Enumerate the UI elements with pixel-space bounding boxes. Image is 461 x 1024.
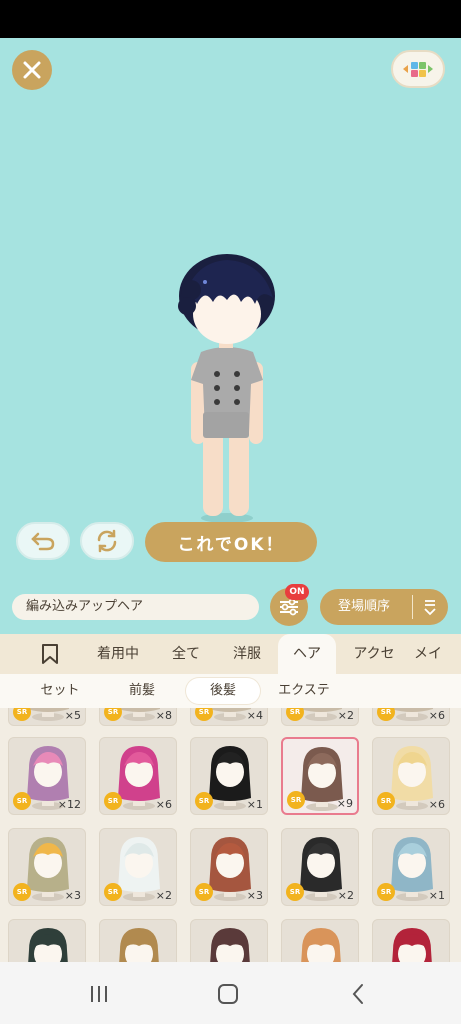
system-navbar <box>0 962 461 1024</box>
item-count: ×9 <box>336 797 353 810</box>
hair-preview <box>301 928 341 962</box>
hair-item-card[interactable] <box>99 919 177 962</box>
tab-clothes[interactable]: 洋服 <box>222 634 272 674</box>
item-count: ×5 <box>64 709 81 722</box>
item-count: ×2 <box>337 709 354 722</box>
hair-item-card[interactable]: SR ×2 <box>281 828 359 906</box>
close-button[interactable] <box>12 50 52 90</box>
rarity-badge: SR <box>104 883 122 901</box>
item-count: ×6 <box>428 709 445 722</box>
hair-item-card[interactable]: SR ×2 <box>281 708 359 726</box>
item-count: ×6 <box>155 798 172 811</box>
item-count: ×3 <box>246 889 263 902</box>
hair-item-card[interactable]: SR ×4 <box>190 708 268 726</box>
rarity-badge: SR <box>377 883 395 901</box>
close-icon <box>23 61 41 79</box>
rarity-badge: SR <box>13 792 31 810</box>
subtab-set[interactable]: セット <box>22 678 98 704</box>
hair-item-card[interactable]: SR ×6 <box>372 737 450 815</box>
home-icon <box>218 984 238 1004</box>
rarity-badge: SR <box>104 792 122 810</box>
item-grid: SR ×5 SR ×8 SR ×4 SR ×2 SR ×6 SR ×12 SR ×6 SR ×1 SR ×9 SR ×… <box>0 708 461 962</box>
item-count: ×3 <box>64 889 81 902</box>
hair-preview <box>28 928 68 962</box>
tab-wearing[interactable]: 着用中 <box>88 634 148 674</box>
subtab-back-hair[interactable]: 後髪 <box>186 678 260 704</box>
status-bar <box>0 0 461 38</box>
layout-button[interactable] <box>391 50 445 88</box>
tab-makeup[interactable]: メイ <box>414 634 461 674</box>
rarity-badge: SR <box>286 883 304 901</box>
hair-item-card[interactable]: SR ×8 <box>99 708 177 726</box>
hair-item-card[interactable] <box>372 919 450 962</box>
hair-item-card[interactable]: SR ×12 <box>8 737 86 815</box>
hair-preview <box>210 928 250 962</box>
hair-item-card[interactable]: SR ×3 <box>190 828 268 906</box>
hair-subtabs: セット 前髪 後髪 エクステ <box>0 674 461 708</box>
bookmark-icon <box>42 644 58 664</box>
tab-bookmark[interactable] <box>30 634 70 674</box>
recent-apps-icon <box>91 986 107 1002</box>
sort-divider <box>412 595 413 619</box>
item-count: ×6 <box>428 798 445 811</box>
avatar-character <box>178 254 275 523</box>
tab-all[interactable]: 全て <box>162 634 210 674</box>
hair-preview <box>119 928 159 962</box>
hair-preview <box>392 928 432 962</box>
subtab-extension[interactable]: エクステ <box>268 678 340 704</box>
avatar-stage: これでOK！ <box>0 38 461 580</box>
undo-icon <box>31 532 55 551</box>
rarity-badge: SR <box>377 792 395 810</box>
tab-hair[interactable]: ヘア <box>278 634 336 674</box>
rotate-icon <box>97 529 117 553</box>
item-count: ×2 <box>155 889 172 902</box>
rarity-badge: SR <box>287 791 305 809</box>
rarity-badge: SR <box>195 792 213 810</box>
color-grid-icon <box>403 62 433 77</box>
item-name-field: 編み込みアップヘア <box>12 594 259 620</box>
filter-on-badge: ON <box>285 584 309 600</box>
home-button[interactable] <box>208 980 248 1008</box>
sort-order-icon[interactable] <box>422 597 438 617</box>
sort-button[interactable]: 登場順序 <box>320 589 448 625</box>
back-button[interactable] <box>338 980 378 1008</box>
hair-item-card[interactable]: SR ×1 <box>190 737 268 815</box>
rarity-badge: SR <box>13 883 31 901</box>
hair-item-card[interactable] <box>190 919 268 962</box>
item-count: ×8 <box>155 709 172 722</box>
hair-item-card[interactable]: SR ×6 <box>372 708 450 726</box>
hair-item-card[interactable] <box>281 919 359 962</box>
hair-item-card[interactable]: SR ×6 <box>99 737 177 815</box>
hair-item-card[interactable]: SR ×1 <box>372 828 450 906</box>
confirm-button[interactable]: これでOK！ <box>145 522 317 562</box>
item-count: ×4 <box>246 709 263 722</box>
back-icon <box>352 984 363 1004</box>
hair-item-card[interactable]: SR ×5 <box>8 708 86 726</box>
tab-accessory[interactable]: アクセ <box>344 634 404 674</box>
hair-item-card[interactable] <box>8 919 86 962</box>
hair-item-card[interactable]: SR ×2 <box>99 828 177 906</box>
category-tabs: 着用中 全て 洋服 ヘア アクセ メイ <box>0 634 461 674</box>
item-count: ×1 <box>246 798 263 811</box>
sort-label: 登場順序 <box>338 599 391 614</box>
item-count: ×12 <box>57 798 81 811</box>
item-toolbar: 編み込みアップヘア ON 登場順序 <box>0 580 461 634</box>
item-count: ×2 <box>337 889 354 902</box>
item-count: ×1 <box>428 889 445 902</box>
hair-item-card[interactable]: SR ×9 <box>281 737 359 815</box>
subtab-front-hair[interactable]: 前髪 <box>110 678 174 704</box>
undo-button[interactable] <box>16 522 70 560</box>
recent-apps-button[interactable] <box>79 980 119 1008</box>
hair-item-card[interactable]: SR ×3 <box>8 828 86 906</box>
rarity-badge: SR <box>195 883 213 901</box>
filter-sliders-icon <box>280 598 298 616</box>
rotate-button[interactable] <box>80 522 134 560</box>
